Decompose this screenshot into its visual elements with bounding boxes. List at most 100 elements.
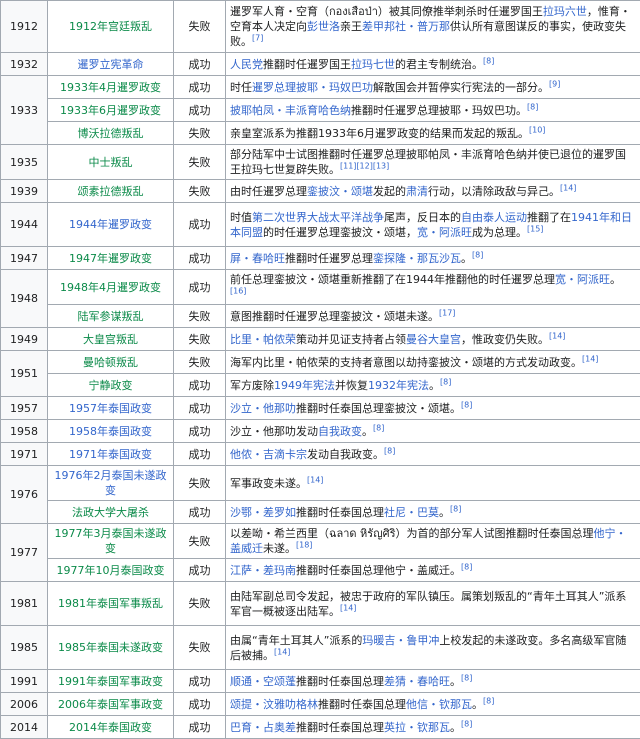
inline-link[interactable]: 颂提・汶雅叻格林 — [230, 698, 318, 711]
inline-link[interactable]: 英拉・钦那瓦 — [384, 721, 450, 734]
inline-link[interactable]: 屏・春哈旺 — [230, 252, 285, 265]
event-link[interactable]: 陆军参谋叛乱 — [48, 305, 174, 328]
inline-link[interactable]: 沙立・他那叻 — [230, 402, 296, 415]
event-link[interactable]: 1912年宫廷叛乱 — [48, 1, 174, 53]
citation-link[interactable]: [8] — [373, 423, 384, 432]
event-link[interactable]: 1944年暹罗政变 — [48, 203, 174, 247]
event-link[interactable]: 1947年暹罗政变 — [48, 247, 174, 270]
description-text: 暹罗军人育・空育（ — [230, 5, 329, 18]
year-cell: 1957 — [1, 397, 48, 420]
inline-link[interactable]: 拉玛七世 — [351, 58, 395, 71]
event-link[interactable]: 1948年4月暹罗政变 — [48, 270, 174, 305]
event-link[interactable]: 博沃拉德叛乱 — [48, 122, 174, 145]
year-cell: 1991 — [1, 670, 48, 693]
citation-link[interactable]: [18] — [296, 540, 312, 549]
inline-link[interactable]: 銮探隆・那瓦沙瓦 — [373, 252, 461, 265]
result-cell: 成功 — [174, 397, 226, 420]
inline-link[interactable]: 第二次世界大战太平洋战争 — [252, 211, 384, 224]
event-link[interactable]: 1976年2月泰国未遂政变 — [48, 466, 174, 501]
citation-link[interactable]: [14] — [307, 475, 323, 484]
citation-link[interactable]: [8] — [461, 673, 472, 682]
description-text: 推翻时任暹罗国王 — [263, 58, 351, 71]
citation-link[interactable]: [14] — [340, 603, 356, 612]
citation-link[interactable]: [8] — [384, 446, 395, 455]
inline-link[interactable]: 巴育・占奥差 — [230, 721, 296, 734]
event-link[interactable]: 宁静政变 — [48, 374, 174, 397]
inline-link[interactable]: 比里・帕侬荣 — [230, 333, 296, 346]
event-link[interactable]: 1977年10月泰国政变 — [48, 559, 174, 582]
citation-link[interactable]: [8] — [461, 562, 472, 571]
year-cell: 1981 — [1, 582, 48, 626]
citation-link[interactable]: [8] — [527, 102, 538, 111]
description-text: 时值 — [230, 211, 252, 224]
event-link[interactable]: 1985年泰国未遂政变 — [48, 626, 174, 670]
inline-link[interactable]: 宽・阿派旺 — [555, 273, 610, 286]
event-link[interactable]: 曼哈顿叛乱 — [48, 351, 174, 374]
citation-link[interactable]: [8] — [472, 250, 483, 259]
year-cell: 1949 — [1, 328, 48, 351]
event-link[interactable]: 1933年6月暹罗政变 — [48, 99, 174, 122]
table-row: 宁静政变成功军方废除1949年宪法并恢复1932年宪法。[8] — [1, 374, 640, 397]
inline-link[interactable]: 曼谷大皇宫 — [406, 333, 461, 346]
citation-link[interactable]: [14] — [560, 183, 576, 192]
citation-link[interactable]: [7] — [252, 33, 263, 42]
inline-link[interactable]: 人民党 — [230, 58, 263, 71]
inline-link[interactable]: 肃清 — [406, 185, 428, 198]
event-link[interactable]: 暹罗立宪革命 — [48, 53, 174, 76]
citation-link[interactable]: [8] — [483, 696, 494, 705]
event-link[interactable]: 法政大学大屠杀 — [48, 501, 174, 524]
year-cell: 2014 — [1, 716, 48, 739]
inline-link[interactable]: 顺通・空颂蓬 — [230, 675, 296, 688]
citation-link[interactable]: [8] — [461, 400, 472, 409]
inline-link[interactable]: 自我政变 — [318, 425, 362, 438]
result-cell: 成功 — [174, 501, 226, 524]
citation-link[interactable]: [16] — [230, 286, 246, 295]
inline-link[interactable]: 玛暖吉・鲁甲冲 — [362, 634, 439, 647]
inline-link[interactable]: 銮披汶・颂堪 — [307, 185, 373, 198]
inline-link[interactable]: 彭世洛 — [307, 20, 340, 33]
table-row: 19911991年泰国军事政变成功顺通・空颂蓬推翻时任泰国总理差猜・春哈旺。[8… — [1, 670, 640, 693]
citation-link[interactable]: [11][12][13] — [340, 161, 389, 170]
inline-link[interactable]: 拉玛六世 — [543, 5, 587, 18]
inline-link[interactable]: 宽・阿派旺 — [417, 226, 472, 239]
citation-link[interactable]: [10] — [529, 125, 545, 134]
citation-link[interactable]: [8] — [450, 504, 461, 513]
event-link[interactable]: 1971年泰国政变 — [48, 443, 174, 466]
citation-link[interactable]: [14] — [549, 331, 565, 340]
event-link[interactable]: 1991年泰国军事政变 — [48, 670, 174, 693]
event-link[interactable]: 2014年泰国政变 — [48, 716, 174, 739]
inline-link[interactable]: 他侬・吉滴卡宗 — [230, 448, 307, 461]
inline-link[interactable]: 社尼・巴莫 — [384, 506, 439, 519]
description-cell: 屏・春哈旺推翻时任暹罗总理銮探隆・那瓦沙瓦。[8] — [226, 247, 640, 270]
citation-link[interactable]: [15] — [527, 224, 543, 233]
inline-link[interactable]: 1932年宪法 — [368, 379, 429, 392]
citation-link[interactable]: [14] — [274, 647, 290, 656]
event-link[interactable]: 1957年泰国政变 — [48, 397, 174, 420]
event-link[interactable]: 大皇宫叛乱 — [48, 328, 174, 351]
inline-link[interactable]: 差甲邦社・普万那 — [362, 20, 450, 33]
inline-link[interactable]: 差猜・春哈旺 — [384, 675, 450, 688]
citation-link[interactable]: [8] — [440, 377, 451, 386]
event-link[interactable]: 颂素拉德叛乱 — [48, 180, 174, 203]
event-link[interactable]: 1977年3月泰国未遂政变 — [48, 524, 174, 559]
inline-link[interactable]: 自由泰人运动 — [461, 211, 527, 224]
event-link[interactable]: 中士叛乱 — [48, 145, 174, 180]
citation-link[interactable]: [14] — [582, 354, 598, 363]
inline-link[interactable]: 披耶帕凤・丰派育哈色纳 — [230, 104, 351, 117]
description-text: 推翻时任泰国总理 — [296, 675, 384, 688]
citation-link[interactable]: [17] — [439, 308, 455, 317]
event-link[interactable]: 1981年泰国军事叛乱 — [48, 582, 174, 626]
inline-link[interactable]: 沙鄂・差罗如 — [230, 506, 296, 519]
event-link[interactable]: 2006年泰国军事政变 — [48, 693, 174, 716]
citation-link[interactable]: [8] — [483, 56, 494, 65]
inline-link[interactable]: 暹罗总理披耶・玛奴巴功 — [252, 81, 373, 94]
table-row: 19481948年4月暹罗政变成功前任总理銮披汶・颂堪重新推翻了在1944年推翻… — [1, 270, 640, 305]
citation-link[interactable]: [8] — [461, 719, 472, 728]
event-link[interactable]: 1958年泰国政变 — [48, 420, 174, 443]
inline-link[interactable]: 江萨・差玛南 — [230, 564, 296, 577]
event-link[interactable]: 1933年4月暹罗政变 — [48, 76, 174, 99]
inline-link[interactable]: 1949年宪法 — [274, 379, 335, 392]
citation-link[interactable]: [9] — [549, 79, 560, 88]
inline-link[interactable]: 他信・钦那瓦 — [406, 698, 472, 711]
result-cell: 失败 — [174, 466, 226, 501]
